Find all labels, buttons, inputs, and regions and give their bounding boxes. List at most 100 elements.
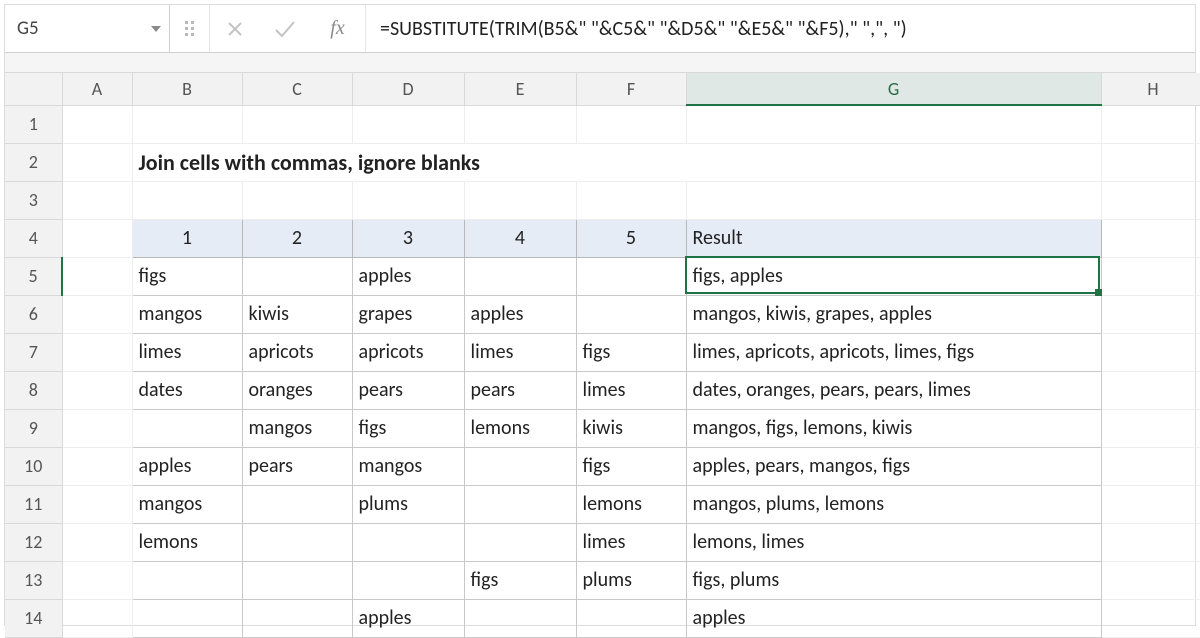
- row-header[interactable]: 10: [5, 447, 62, 485]
- cell[interactable]: [686, 181, 1101, 219]
- cell[interactable]: lemons: [132, 523, 242, 561]
- cell[interactable]: [1101, 219, 1200, 257]
- cell[interactable]: [352, 523, 464, 561]
- cell[interactable]: grapes: [352, 295, 464, 333]
- cell[interactable]: [242, 105, 352, 143]
- cell[interactable]: limes: [132, 333, 242, 371]
- cell[interactable]: [576, 105, 686, 143]
- data-header-1[interactable]: 1: [132, 219, 242, 257]
- insert-function-button[interactable]: fx: [310, 5, 366, 52]
- cell[interactable]: [62, 523, 132, 561]
- cell[interactable]: [62, 485, 132, 523]
- spreadsheet-grid[interactable]: A B C D E F G H 1: [5, 73, 1195, 638]
- cell[interactable]: [62, 105, 132, 143]
- cell[interactable]: [132, 181, 242, 219]
- cell[interactable]: [132, 599, 242, 637]
- cell[interactable]: dates: [132, 371, 242, 409]
- cell[interactable]: figs, plums: [686, 561, 1101, 599]
- cell[interactable]: kiwis: [576, 409, 686, 447]
- cell[interactable]: [1101, 447, 1200, 485]
- row-header[interactable]: 12: [5, 523, 62, 561]
- cell[interactable]: figs: [132, 257, 242, 295]
- data-header-4[interactable]: 4: [464, 219, 576, 257]
- col-header-A[interactable]: A: [62, 73, 132, 105]
- active-cell[interactable]: figs, apples: [686, 257, 1101, 295]
- cell[interactable]: [1101, 409, 1200, 447]
- col-header-E[interactable]: E: [464, 73, 576, 105]
- formula-input[interactable]: =SUBSTITUTE(TRIM(B5&" "&C5&" "&D5&" "&E5…: [366, 5, 1195, 52]
- col-header-G[interactable]: G: [686, 73, 1101, 105]
- select-all-corner[interactable]: [5, 73, 62, 105]
- row-header[interactable]: 4: [5, 219, 62, 257]
- cell[interactable]: [242, 523, 352, 561]
- cell[interactable]: [1101, 561, 1200, 599]
- page-title[interactable]: Join cells with commas, ignore blanks: [132, 143, 1101, 181]
- cell[interactable]: [62, 409, 132, 447]
- cell[interactable]: limes: [576, 371, 686, 409]
- cell[interactable]: pears: [242, 447, 352, 485]
- cell[interactable]: apples: [352, 257, 464, 295]
- cell[interactable]: figs: [464, 561, 576, 599]
- cell[interactable]: apricots: [242, 333, 352, 371]
- row-header[interactable]: 6: [5, 295, 62, 333]
- cell[interactable]: [1101, 295, 1200, 333]
- cell[interactable]: [464, 257, 576, 295]
- cell[interactable]: [132, 105, 242, 143]
- cell[interactable]: [576, 181, 686, 219]
- cell[interactable]: [464, 599, 576, 637]
- cell[interactable]: [1101, 485, 1200, 523]
- cell[interactable]: plums: [352, 485, 464, 523]
- cell[interactable]: apples: [686, 599, 1101, 637]
- cell[interactable]: lemons: [464, 409, 576, 447]
- col-header-H[interactable]: H: [1101, 73, 1200, 105]
- cell[interactable]: [352, 561, 464, 599]
- cell[interactable]: lemons: [576, 485, 686, 523]
- cell[interactable]: pears: [464, 371, 576, 409]
- cell[interactable]: [62, 599, 132, 637]
- cell[interactable]: [464, 105, 576, 143]
- row-header[interactable]: 9: [5, 409, 62, 447]
- cell[interactable]: [242, 599, 352, 637]
- cell[interactable]: [1101, 371, 1200, 409]
- cell[interactable]: figs: [576, 333, 686, 371]
- cell[interactable]: mangos: [132, 485, 242, 523]
- cell[interactable]: [132, 409, 242, 447]
- cell[interactable]: [132, 561, 242, 599]
- cell[interactable]: kiwis: [242, 295, 352, 333]
- cell[interactable]: [62, 181, 132, 219]
- cell[interactable]: [1101, 105, 1200, 143]
- row-header[interactable]: 13: [5, 561, 62, 599]
- cell[interactable]: mangos: [242, 409, 352, 447]
- col-header-B[interactable]: B: [132, 73, 242, 105]
- cancel-formula-button[interactable]: [210, 5, 260, 52]
- cell[interactable]: [62, 143, 132, 181]
- cell[interactable]: [686, 105, 1101, 143]
- drag-handle[interactable]: [170, 5, 210, 52]
- cell[interactable]: pears: [352, 371, 464, 409]
- cell[interactable]: [464, 447, 576, 485]
- cell[interactable]: mangos, figs, lemons, kiwis: [686, 409, 1101, 447]
- cell[interactable]: limes: [464, 333, 576, 371]
- row-header[interactable]: 3: [5, 181, 62, 219]
- cell[interactable]: [464, 485, 576, 523]
- cell[interactable]: mangos: [352, 447, 464, 485]
- cell[interactable]: [464, 523, 576, 561]
- data-header-5[interactable]: 5: [576, 219, 686, 257]
- name-box[interactable]: G5: [5, 5, 170, 52]
- cell[interactable]: lemons, limes: [686, 523, 1101, 561]
- data-header-3[interactable]: 3: [352, 219, 464, 257]
- cell[interactable]: [62, 257, 132, 295]
- cell[interactable]: [1101, 333, 1200, 371]
- cell[interactable]: apricots: [352, 333, 464, 371]
- cell[interactable]: [1101, 143, 1200, 181]
- cell[interactable]: [352, 181, 464, 219]
- cell[interactable]: apples: [132, 447, 242, 485]
- cell[interactable]: [352, 105, 464, 143]
- row-header[interactable]: 11: [5, 485, 62, 523]
- cell[interactable]: [1101, 257, 1200, 295]
- cell[interactable]: [242, 257, 352, 295]
- cell[interactable]: apples: [464, 295, 576, 333]
- cell[interactable]: [62, 295, 132, 333]
- cell[interactable]: [576, 257, 686, 295]
- cell[interactable]: apples: [352, 599, 464, 637]
